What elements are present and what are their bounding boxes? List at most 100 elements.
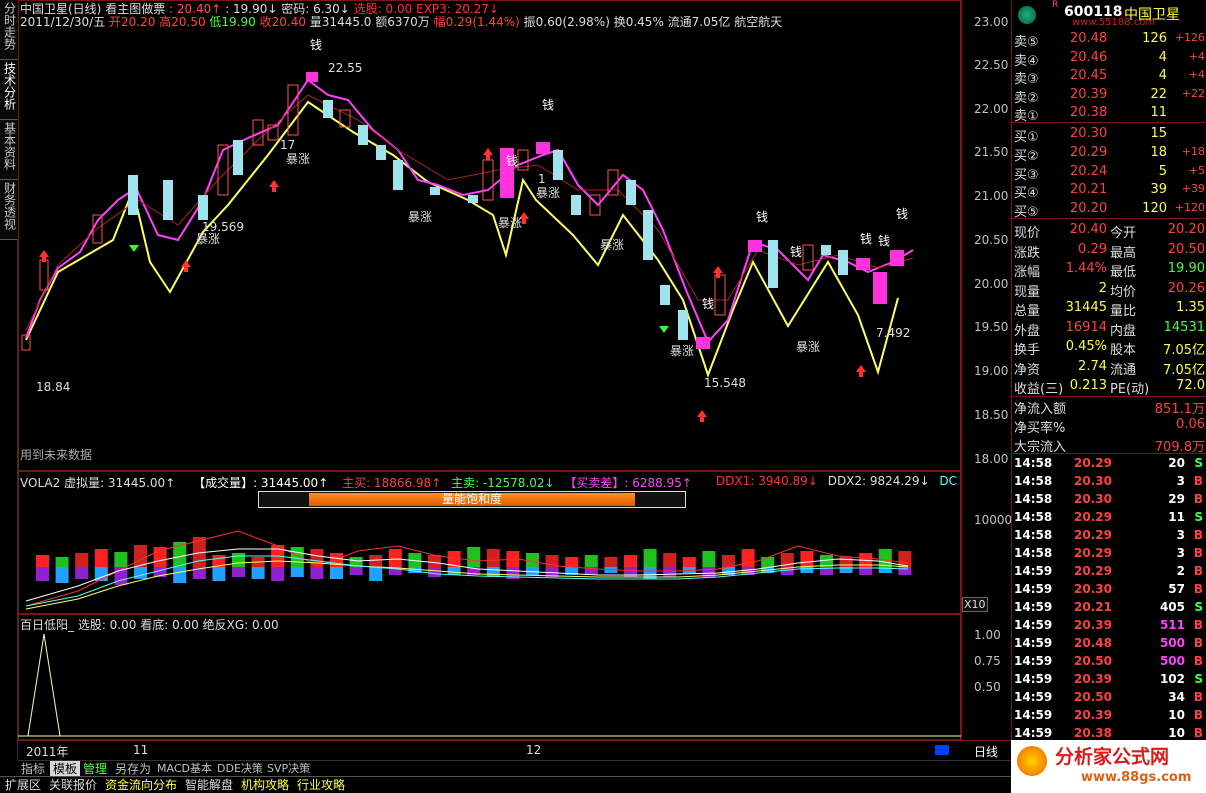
stat-label: 总量 <box>1014 304 1041 319</box>
tab-fund-flow[interactable]: 资金流向分布 <box>102 777 180 793</box>
logo-title: 分析家公式网 <box>1055 746 1170 768</box>
tick-time: 14:58 <box>1014 528 1053 542</box>
stat-value: 1.44% <box>1065 261 1107 276</box>
tick-side: S <box>1194 672 1203 686</box>
tick-side: B <box>1193 582 1203 596</box>
tab-indicator[interactable]: 指标 <box>18 761 48 777</box>
left-tab-bar: 分时走势 技术分析 基本资料 财务透视 <box>0 0 18 760</box>
volume-bars <box>36 537 912 585</box>
tab-technical[interactable]: 技术分析 <box>0 60 18 120</box>
tick-side: B <box>1193 492 1203 506</box>
order-label: 卖② <box>1014 90 1039 106</box>
x10-button[interactable]: X10 <box>962 597 988 612</box>
stat-label: 最低 <box>1110 265 1137 280</box>
stat-label: 均价 <box>1110 284 1137 300</box>
tab-save-as[interactable]: 另存为 <box>112 761 154 777</box>
tick-row: 14:59 20.50 34 B <box>1012 689 1206 707</box>
candle <box>768 240 778 288</box>
volume-bar-down <box>898 567 912 575</box>
stat-value: 19.90 <box>1167 261 1205 276</box>
y-tick-label: 18.50 <box>974 408 1009 422</box>
stat-label: 今开 <box>1110 226 1137 241</box>
tick-time: 14:58 <box>1014 546 1053 560</box>
tick-volume: 11 <box>1168 510 1185 524</box>
candle <box>306 72 318 82</box>
volume-bar-up <box>388 549 402 567</box>
candle <box>468 195 478 203</box>
period-label[interactable]: 日线 <box>974 743 998 760</box>
y-tick-label: 20.50 <box>974 233 1009 247</box>
order-volume: 5 <box>1158 163 1167 179</box>
red-ma-line <box>25 94 914 331</box>
order-change: +5 <box>1188 163 1205 177</box>
tab-related-quotes[interactable]: 关联报价 <box>46 777 100 793</box>
indicator-spike <box>27 633 61 737</box>
volume-bar-down <box>486 567 500 577</box>
sell-order-row: 卖⑤ 20.48 126 +126 <box>1012 30 1206 50</box>
stat-row: 现量 2 均价 20.26 <box>1012 280 1206 300</box>
label-qian: 钱 <box>506 154 519 168</box>
tick-row: 14:58 20.29 3 B <box>1012 527 1206 545</box>
volume-bar-down <box>369 567 383 581</box>
volume-bar-down <box>428 567 441 577</box>
tick-time: 14:58 <box>1014 474 1053 488</box>
stat-value: 20.26 <box>1167 280 1205 296</box>
tab-svp[interactable]: SVP决策 <box>264 761 313 777</box>
tick-volume: 405 <box>1159 600 1185 614</box>
candle <box>233 140 243 175</box>
order-label: 买② <box>1014 148 1039 164</box>
tick-volume: 500 <box>1159 636 1185 650</box>
volume-bar-up <box>722 555 735 567</box>
candle <box>128 175 138 215</box>
candle <box>802 244 814 271</box>
tab-manage[interactable]: 管理 <box>80 761 110 777</box>
stat-row: 净资 2.74 流通 7.05亿 <box>1012 358 1206 378</box>
tick-row: 14:58 20.29 3 B <box>1012 545 1206 563</box>
tab-industry[interactable]: 行业攻略 <box>294 777 348 793</box>
stat-label: 现价 <box>1014 226 1041 241</box>
volume-bar-up <box>55 557 69 567</box>
tick-volume: 3 <box>1176 474 1185 488</box>
flow-row: 大宗流入 709.8万 <box>1012 435 1206 455</box>
r-marker: R <box>1052 0 1059 10</box>
tab-intraday[interactable]: 分时走势 <box>0 0 18 60</box>
tab-expand[interactable]: 扩展区 <box>2 777 44 793</box>
stat-label: 外盘 <box>1014 323 1041 339</box>
tab-smart-analysis[interactable]: 智能解盘 <box>182 777 236 793</box>
tick-volume: 3 <box>1176 546 1185 560</box>
quote-panel: R 600118 中国卫星 www.55188.com 卖⑤ 20.48 126 +1… <box>1011 0 1206 740</box>
y-tick-label: 18.00 <box>974 452 1009 466</box>
candle <box>482 159 494 201</box>
tab-fundamental[interactable]: 基本资料 <box>0 120 18 180</box>
tab-dde[interactable]: DDE决策 <box>214 761 266 777</box>
tick-time: 14:59 <box>1014 726 1053 740</box>
tab-financial[interactable]: 财务透视 <box>0 180 18 240</box>
candlestick-chart <box>21 72 914 422</box>
divider <box>1012 218 1206 219</box>
flow-value: 0.06 <box>1176 417 1205 432</box>
scroll-marker[interactable] <box>935 745 949 755</box>
label-baozhang: 暴涨 <box>796 340 821 354</box>
order-change: +18 <box>1181 144 1205 158</box>
label-baozhang: 暴涨 <box>670 344 695 358</box>
flow-label: 净买率% <box>1014 421 1066 436</box>
y-tick-label: 22.00 <box>974 102 1009 116</box>
globe-icon <box>1018 6 1036 24</box>
magenta-ma-line <box>25 78 914 344</box>
tab-institution[interactable]: 机构攻略 <box>238 777 292 793</box>
flow-row: 净买率% 0.06 <box>1012 416 1206 436</box>
tick-volume: 10 <box>1168 708 1185 722</box>
stat-row: 现价 20.40 今开 20.20 <box>1012 221 1206 241</box>
bottom-y-label: 0.50 <box>974 680 1001 694</box>
tab-macd[interactable]: MACD基本 <box>154 761 215 777</box>
tick-price: 20.50 <box>1074 654 1112 668</box>
chart-area[interactable]: 中国卫星(日线) 看主图做票 : 20.40↑ : 19.90↓ 密码: 6.3… <box>18 0 1012 760</box>
order-price: 20.20 <box>1070 201 1108 217</box>
tab-template[interactable]: 模板 <box>50 761 81 777</box>
flow-row: 净流入额 851.1万 <box>1012 397 1206 417</box>
down-arrows <box>129 245 669 333</box>
buy-order-row: 买④ 20.21 39 +39 <box>1012 181 1206 201</box>
tick-price: 20.29 <box>1074 546 1112 560</box>
yellow-trend-line <box>25 100 899 378</box>
tab-financial-label: 财务透视 <box>2 182 17 230</box>
